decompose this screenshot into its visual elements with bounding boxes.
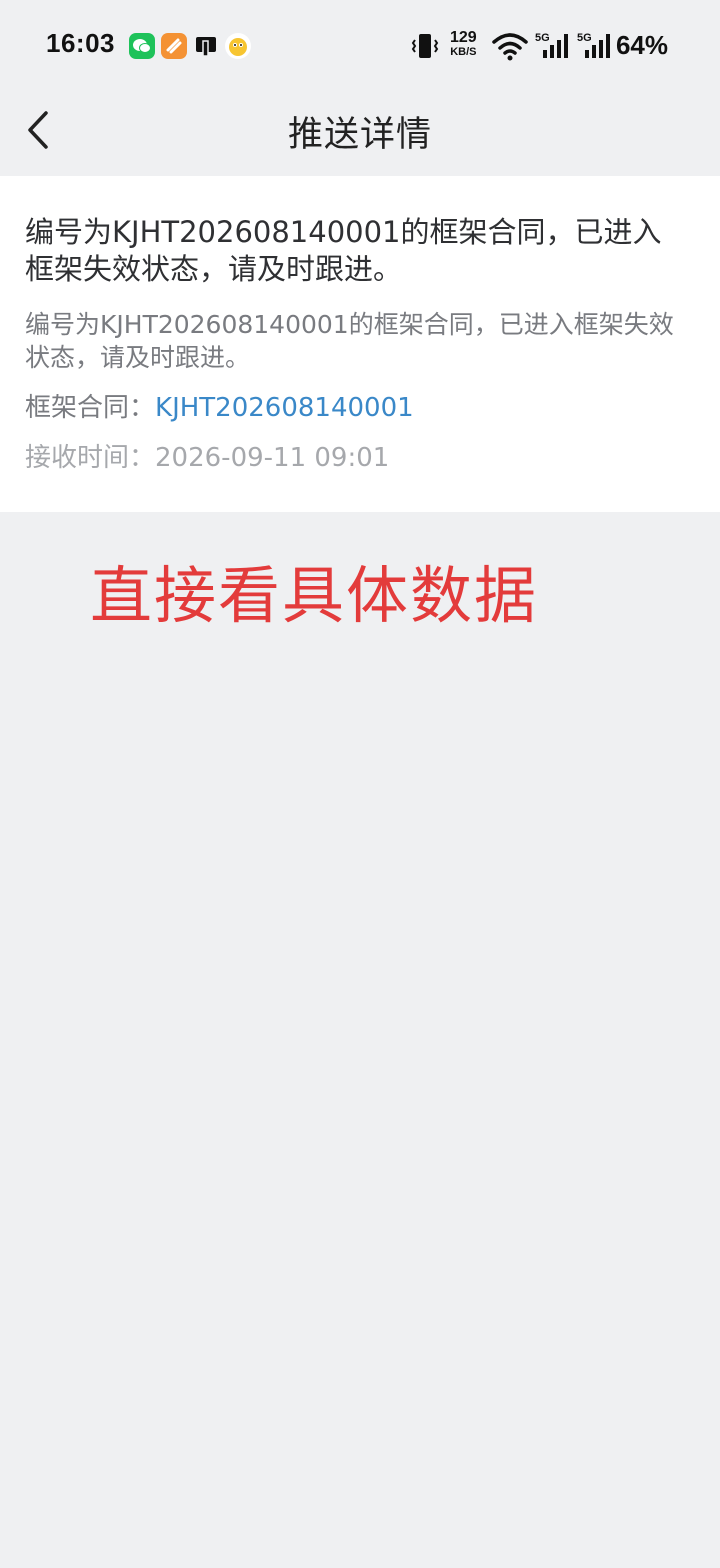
emoji-app-icon bbox=[225, 33, 251, 59]
page-title: 推送详情 bbox=[287, 115, 432, 155]
battery-level: 64% bbox=[615, 30, 668, 60]
status-bar: 16:03 129 KB/S 5G 5G 64% bbox=[0, 0, 720, 92]
signal-1-label: 5G bbox=[535, 32, 550, 44]
orange-app-icon bbox=[161, 33, 187, 59]
message-card: 编号为KJHT202608140001的框架合同，已进入框架失效状态，请及时跟进… bbox=[0, 176, 720, 512]
contract-link[interactable]: KJHT202608140001 bbox=[155, 393, 414, 423]
receive-time-value: 2026-09-11 09:01 bbox=[155, 443, 390, 473]
net-speed: 129 KB/S bbox=[450, 30, 477, 60]
signal-2-label: 5G bbox=[577, 32, 592, 44]
signal-icon: 5G bbox=[577, 30, 611, 62]
net-speed-value: 129 bbox=[450, 29, 477, 46]
wifi-icon bbox=[492, 30, 528, 62]
receive-time-row: 接收时间：2026-09-11 09:01 bbox=[25, 441, 389, 475]
vibrate-icon bbox=[410, 30, 440, 62]
contract-label: 框架合同： bbox=[25, 393, 156, 423]
net-speed-unit: KB/S bbox=[450, 46, 477, 58]
status-time: 16:03 bbox=[46, 28, 115, 58]
nav-bar: 推送详情 bbox=[0, 92, 720, 176]
message-title: 编号为KJHT202608140001的框架合同，已进入框架失效状态，请及时跟进… bbox=[25, 215, 662, 286]
square-app-icon bbox=[193, 33, 219, 59]
annotation-text: 直接看具体数据 bbox=[90, 559, 539, 632]
message-body: 编号为KJHT202608140001的框架合同，已进入框架失效状态，请及时跟进… bbox=[25, 310, 674, 372]
contract-row: 框架合同：KJHT202608140001 bbox=[25, 391, 414, 425]
wechat-icon bbox=[129, 33, 155, 59]
receive-time-label: 接收时间： bbox=[25, 443, 156, 473]
signal-icon: 5G bbox=[535, 30, 569, 62]
